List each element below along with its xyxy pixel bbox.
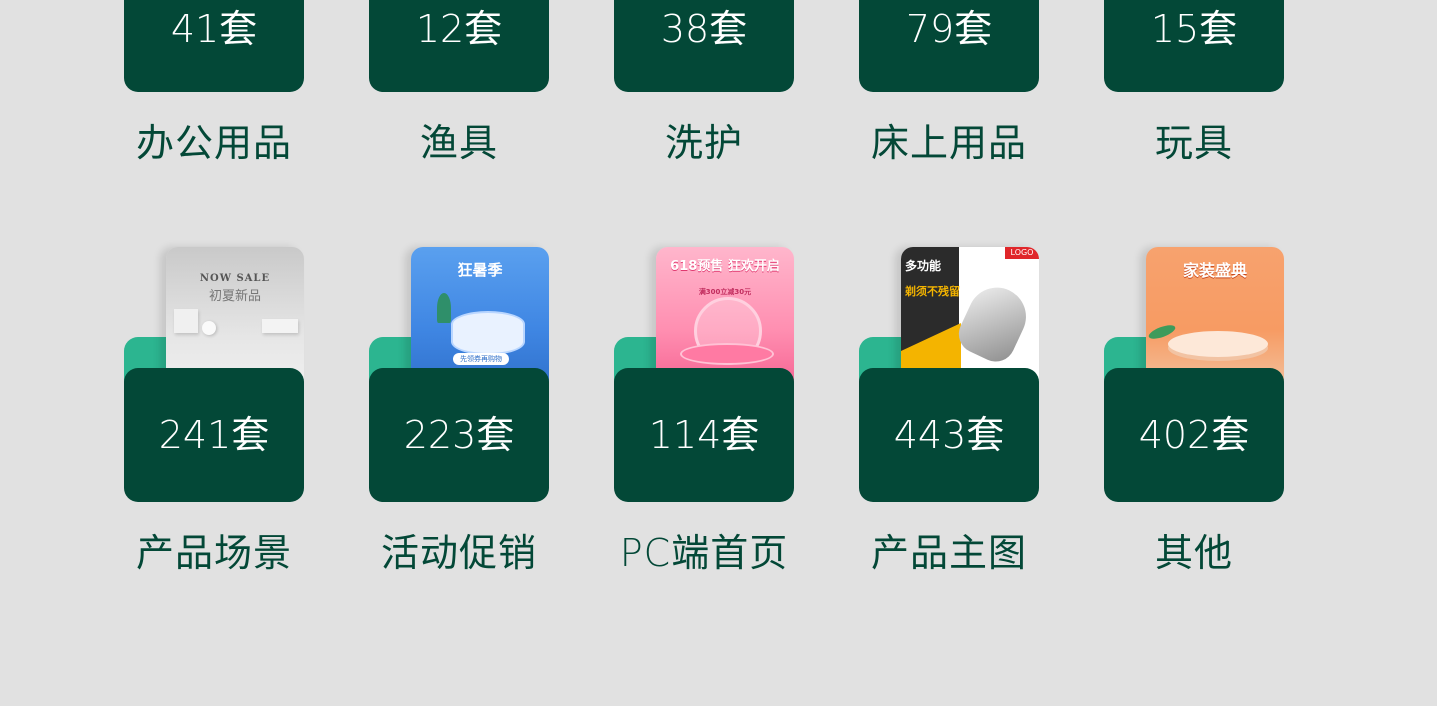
- thumb-text: 满300立减30元: [698, 288, 752, 296]
- category-label: 玩具: [1154, 121, 1233, 165]
- thumb-text: 剃须不残留: [905, 285, 960, 298]
- count-label: 15套: [1150, 7, 1238, 51]
- thumb-text: 618预售 狂欢开启: [670, 259, 780, 274]
- category-row-bottom: NOW SALE 初夏新品 241套 产品场景 狂暑季 先领券再购物 223套 …: [0, 240, 1437, 580]
- logo-badge: LOGO: [1005, 247, 1039, 259]
- count-label: 402套: [1138, 413, 1250, 457]
- thumb-text: 家装盛典: [1182, 261, 1247, 280]
- decor-podium: [1168, 331, 1268, 357]
- decor-stage: [451, 311, 525, 355]
- thumb-text: NOW SALE: [199, 273, 271, 284]
- count-label: 241套: [158, 413, 270, 457]
- category-label: 渔具: [419, 121, 498, 165]
- category-label: 办公用品: [135, 121, 292, 165]
- count-label: 443套: [893, 413, 1005, 457]
- category-label: 产品主图: [870, 531, 1027, 575]
- category-label: 产品场景: [135, 531, 292, 575]
- thumb-text: 先领券再购物: [453, 353, 509, 365]
- count-label: 114套: [648, 413, 760, 457]
- thumb-text: 初夏新品: [208, 289, 261, 304]
- category-label: 床上用品: [870, 121, 1027, 165]
- count-label: 41套: [170, 7, 258, 51]
- category-label: 活动促销: [380, 531, 537, 575]
- count-label: 223套: [403, 413, 515, 457]
- category-row-top: 41套 办公用品 12套 渔具 38套 洗护 79套 床上用品 15套 玩具: [0, 0, 1437, 180]
- count-label: 79套: [905, 7, 993, 51]
- category-label: PC端首页: [619, 531, 789, 575]
- thumb-text: 狂暑季: [457, 261, 503, 279]
- razor-icon: [952, 278, 1036, 368]
- decor-block: [174, 309, 198, 333]
- category-label: 洗护: [664, 121, 743, 165]
- count-label: 12套: [415, 7, 503, 51]
- plant-icon: [437, 293, 451, 323]
- decor-podium: [680, 343, 774, 365]
- decor-block: [262, 319, 298, 333]
- thumb-text: 多功能: [905, 259, 942, 273]
- category-label: 其他: [1154, 531, 1233, 575]
- decor-ball: [202, 321, 216, 335]
- count-label: 38套: [660, 7, 748, 51]
